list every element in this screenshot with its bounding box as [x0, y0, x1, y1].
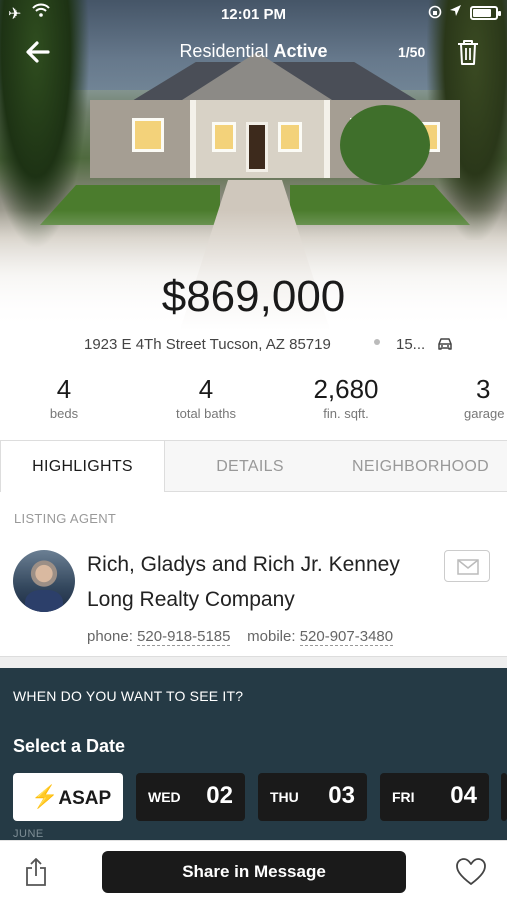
tab-highlights[interactable]: HIGHLIGHTS	[0, 441, 165, 492]
stat-value: 4	[198, 374, 214, 404]
listing-counter: 1/50	[398, 44, 426, 60]
agent-avatar[interactable]	[13, 550, 75, 612]
share-in-message-button[interactable]: Share in Message	[102, 851, 406, 893]
photo-tree	[340, 105, 430, 185]
photo-window	[212, 122, 236, 152]
stat-value: 4	[56, 374, 72, 404]
date-weekday: WED	[148, 789, 181, 805]
photo-window	[278, 122, 302, 152]
location-arrow-icon	[449, 4, 462, 20]
agent-phones: phone: 520-918-5185 mobile: 520-907-3480	[87, 628, 394, 646]
date-weekday: THU	[270, 789, 299, 805]
select-date-heading: Select a Date	[13, 736, 126, 756]
listing-agent-heading: LISTING AGENT	[14, 511, 117, 526]
date-option-fri[interactable]: FRI 04	[380, 773, 489, 821]
stat-label: beds	[49, 406, 79, 421]
avatar-suit	[25, 590, 63, 612]
envelope-icon	[457, 559, 479, 575]
listing-address[interactable]: 1923 E 4Th Street Tucson, AZ 85719	[84, 336, 331, 353]
mobile-link[interactable]: 520-907-3480	[299, 628, 394, 646]
trash-icon	[458, 40, 478, 65]
photo-door	[246, 122, 268, 172]
status-bar: ✈ 12:01 PM	[0, 0, 507, 28]
phone-link[interactable]: 520-918-5185	[137, 628, 231, 646]
delete-button[interactable]	[455, 38, 481, 66]
asap-button[interactable]: ⚡ASAP	[13, 773, 123, 821]
separator-dot	[374, 339, 380, 345]
favorite-button[interactable]	[455, 857, 487, 887]
date-option-wed[interactable]: WED 02	[136, 773, 245, 821]
stat-label: fin. sqft.	[323, 406, 369, 421]
stat-value: 3	[476, 374, 491, 404]
bottom-action-bar: Share in Message	[0, 840, 507, 900]
photo-pillar	[190, 100, 196, 178]
listing-price: $869,000	[161, 272, 346, 321]
date-option-next[interactable]	[501, 773, 507, 821]
date-option-thu[interactable]: THU 03	[258, 773, 367, 821]
month-label: JUNE	[13, 828, 44, 840]
stat-baths: 4 total baths	[160, 374, 252, 421]
section-divider	[0, 656, 507, 668]
date-number: 03	[328, 782, 355, 809]
stat-sqft: 2,680 fin. sqft.	[296, 374, 396, 421]
tab-details[interactable]: DETAILS	[166, 441, 334, 492]
car-icon[interactable]	[437, 337, 453, 351]
stat-label: garage	[464, 406, 505, 421]
asap-label: ASAP	[58, 788, 112, 809]
commute-time[interactable]: 15...	[396, 336, 425, 353]
agent-company: Long Realty Company	[87, 588, 295, 611]
phone-label: phone:	[87, 628, 133, 645]
listing-screen: ✈ 12:01 PM Residential Active 1/50 $869,…	[0, 0, 507, 900]
stat-value: 2,680	[313, 374, 379, 404]
date-number: 02	[206, 782, 233, 809]
nav-title-type: Residential	[179, 41, 269, 61]
nav-title-status: Active	[273, 41, 328, 61]
battery-icon	[470, 6, 501, 20]
agent-name: Rich, Gladys and Rich Jr. Kenney	[87, 553, 400, 576]
mobile-label: mobile:	[247, 628, 296, 645]
orientation-lock-icon	[428, 5, 442, 22]
date-weekday: FRI	[392, 789, 415, 805]
email-agent-button[interactable]	[444, 550, 490, 582]
photo-window	[132, 118, 164, 152]
stat-garage: 3 garage	[458, 374, 507, 421]
nav-title: Residential Active	[0, 41, 507, 62]
share-button[interactable]	[24, 857, 48, 887]
photo-pillar	[324, 100, 330, 178]
heart-icon	[456, 858, 486, 885]
date-number: 04	[450, 782, 477, 809]
stat-label: total baths	[176, 406, 236, 421]
tab-neighborhood[interactable]: NEIGHBORHOOD	[334, 441, 507, 492]
schedule-section: WHEN DO YOU WANT TO SEE IT? Select a Dat…	[0, 668, 507, 840]
detail-tabs: HIGHLIGHTS DETAILS NEIGHBORHOOD	[0, 440, 507, 492]
share-icon	[26, 858, 46, 886]
stat-beds: 4 beds	[34, 374, 94, 421]
lightning-icon: ⚡	[31, 784, 59, 809]
battery-fill	[473, 9, 491, 17]
schedule-question: WHEN DO YOU WANT TO SEE IT?	[13, 688, 244, 704]
